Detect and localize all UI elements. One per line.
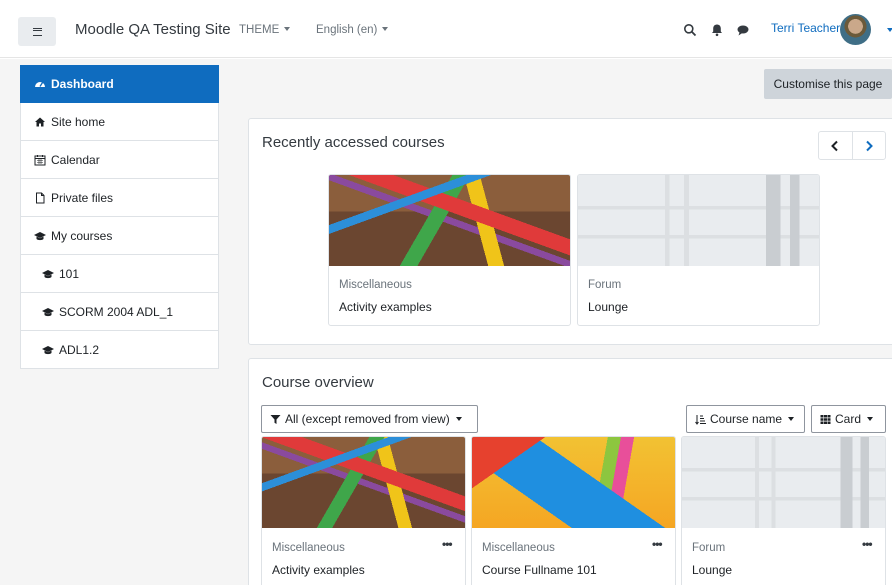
menu-toggle-button[interactable] [18,17,56,46]
avatar[interactable] [840,14,871,45]
theme-menu-label: THEME [239,24,280,36]
nav-drawer: Dashboard Site home Calendar Private fil… [20,65,219,369]
sidebar-item-label: ADL1.2 [59,342,100,357]
chevron-left-icon [831,140,838,151]
hamburger-icon [32,27,42,36]
language-menu-label: English (en) [316,24,378,36]
home-icon [35,117,45,126]
course-card[interactable]: Miscellaneous Activity examples ••• [261,436,466,585]
sidebar-item-site-home[interactable]: Site home [20,103,219,141]
course-name-link[interactable]: Course Fullname 101 [482,563,597,577]
recent-course-card[interactable]: Forum Lounge [577,174,820,326]
course-image [682,437,885,528]
sidebar-item-label: 101 [59,266,80,281]
course-image [578,175,819,266]
language-menu[interactable]: English (en) [316,24,389,36]
chevron-down-icon [455,417,462,421]
sidebar-item-calendar[interactable]: Calendar [20,141,219,179]
course-image [262,437,465,528]
sidebar-item-label: Dashboard [51,76,114,91]
sidebar-item-course-101[interactable]: 101 [20,255,219,293]
grid-icon [820,414,831,424]
file-icon [36,192,45,203]
previous-page-button[interactable] [819,132,852,159]
dashboard-icon [35,81,45,87]
graduation-cap-icon [42,345,54,354]
recent-course-card[interactable]: Miscellaneous Activity examples [328,174,571,326]
chevron-down-icon [788,417,795,421]
chevron-down-icon[interactable] [887,28,892,32]
course-name-link[interactable]: Lounge [588,300,628,314]
chevron-down-icon [284,27,291,31]
course-category: Forum [692,542,726,554]
sort-icon [695,414,706,425]
course-category: Forum [588,279,622,291]
course-image [472,437,675,528]
course-category: Miscellaneous [272,542,345,554]
customise-page-button[interactable]: Customise this page [764,69,892,99]
recent-courses-pager [818,131,886,160]
view-dropdown[interactable]: Card [811,405,886,433]
site-name-link[interactable]: Moodle QA Testing Site [75,21,231,38]
course-category: Miscellaneous [339,279,412,291]
theme-menu[interactable]: THEME [239,24,291,36]
search-icon[interactable] [683,23,697,37]
course-name-link[interactable]: Lounge [692,563,732,577]
sidebar-item-label: Calendar [51,152,100,167]
next-page-button[interactable] [851,132,886,159]
chevron-right-icon [866,140,873,151]
course-card[interactable]: Forum Lounge ••• [681,436,886,585]
sidebar-item-private-files[interactable]: Private files [20,179,219,217]
course-name-link[interactable]: Activity examples [272,563,365,577]
sidebar-item-dashboard[interactable]: Dashboard [20,65,219,103]
course-actions-menu[interactable]: ••• [862,537,873,551]
graduation-cap-icon [42,307,54,316]
graduation-cap-icon [42,269,54,278]
graduation-cap-icon [34,231,46,240]
bell-icon[interactable] [710,23,724,37]
course-card[interactable]: Miscellaneous Course Fullname 101 ••• [471,436,676,585]
block-title: Course overview [262,374,374,391]
course-name-link[interactable]: Activity examples [339,300,432,314]
view-label: Card [835,412,862,426]
sidebar-item-label: Site home [51,114,106,129]
filter-icon [270,414,281,424]
sidebar-item-course-adl[interactable]: ADL1.2 [20,331,219,369]
user-menu-name[interactable]: Terri Teacher [771,21,840,35]
filter-label: All (except removed from view) [285,412,450,426]
sort-dropdown[interactable]: Course name [686,405,805,433]
sidebar-item-course-scorm[interactable]: SCORM 2004 ADL_1 [20,293,219,331]
sidebar-item-label: SCORM 2004 ADL_1 [59,304,174,319]
sidebar-item-label: Private files [51,190,114,205]
course-category: Miscellaneous [482,542,555,554]
grouping-filter-dropdown[interactable]: All (except removed from view) [261,405,478,433]
sort-label: Course name [710,412,783,426]
course-actions-menu[interactable]: ••• [442,537,453,551]
sidebar-item-my-courses[interactable]: My courses [20,217,219,255]
sidebar-item-label: My courses [51,228,113,243]
chevron-down-icon [382,27,389,31]
chevron-down-icon [867,417,874,421]
calendar-icon [34,154,46,165]
chat-icon[interactable] [736,23,750,37]
top-navbar: Moodle QA Testing Site THEME English (en… [0,0,892,58]
course-actions-menu[interactable]: ••• [652,537,663,551]
block-title: Recently accessed courses [262,134,445,151]
course-image [329,175,570,266]
